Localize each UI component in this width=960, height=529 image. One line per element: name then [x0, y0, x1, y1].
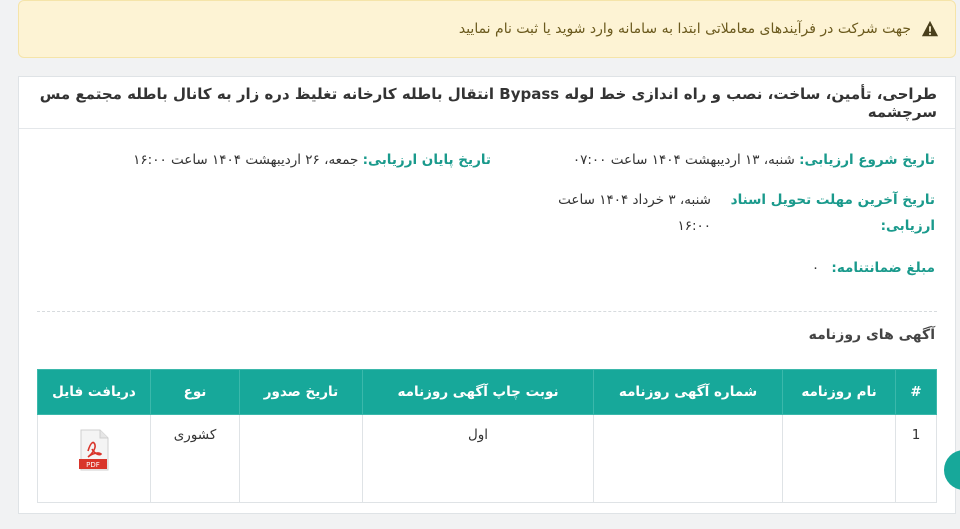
table-row: 1 اول کشوری PDF	[37, 414, 937, 503]
login-alert: جهت شرکت در فرآیندهای معاملاتی ابتدا به …	[18, 0, 956, 58]
col-print-round: نوبت چاپ آگهی روزنامه	[362, 369, 594, 415]
pdf-badge: PDF	[86, 461, 100, 469]
start-date-value: شنبه، ۱۳ اردیبهشت ۱۴۰۴ ساعت ۰۷:۰۰	[572, 152, 795, 168]
end-date-field: تاریخ پایان ارزیابی: جمعه، ۲۶ اردیبهشت ۱…	[133, 147, 491, 173]
col-type: نوع	[150, 369, 240, 415]
alert-text: جهت شرکت در فرآیندهای معاملاتی ابتدا به …	[458, 21, 911, 37]
cell-file: PDF	[37, 414, 151, 503]
deadline-label: تاریخ آخرین مهلت تحویل اسناد ارزیابی:	[730, 192, 935, 234]
start-date-field: تاریخ شروع ارزیابی: شنبه، ۱۳ اردیبهشت ۱۴…	[573, 147, 935, 173]
col-ad-number: شماره آگهی روزنامه	[593, 369, 783, 415]
col-num: #	[895, 369, 937, 415]
start-date-label: تاریخ شروع ارزیابی:	[799, 152, 935, 168]
guarantee-label: مبلغ ضمانتنامه:	[831, 260, 935, 276]
section-divider	[37, 311, 937, 312]
end-date-value: جمعه، ۲۶ اردیبهشت ۱۴۰۴ ساعت ۱۶:۰۰	[133, 152, 359, 168]
col-newspaper: نام روزنامه	[782, 369, 896, 415]
deadline-value: شنبه، ۳ خرداد ۱۴۰۴ ساعت ۱۶:۰۰	[558, 192, 711, 234]
end-date-label: تاریخ پایان ارزیابی:	[362, 152, 491, 168]
newspaper-ads-table: # نام روزنامه شماره آگهی روزنامه نوبت چا…	[37, 369, 937, 503]
guarantee-field: مبلغ ضمانتنامه: ۰	[812, 255, 935, 281]
cell-ad-number	[593, 414, 783, 503]
cell-print-round: اول	[362, 414, 594, 503]
cell-type: کشوری	[150, 414, 240, 503]
tender-title: طراحی، تأمین، ساخت، نصب و راه اندازی خط …	[19, 77, 955, 129]
table-header-row: # نام روزنامه شماره آگهی روزنامه نوبت چا…	[37, 369, 937, 415]
tender-panel: طراحی، تأمین، ساخت، نصب و راه اندازی خط …	[18, 76, 956, 514]
ads-section-title: آگهی های روزنامه	[808, 327, 935, 343]
cell-newspaper	[782, 414, 896, 503]
guarantee-value: ۰	[811, 260, 820, 276]
cell-issue-date	[239, 414, 363, 503]
pdf-icon[interactable]: PDF	[77, 429, 111, 471]
warning-icon	[921, 20, 939, 37]
cell-num: 1	[895, 414, 937, 503]
col-issue-date: تاریخ صدور	[239, 369, 363, 415]
col-file: دریافت فایل	[37, 369, 151, 415]
